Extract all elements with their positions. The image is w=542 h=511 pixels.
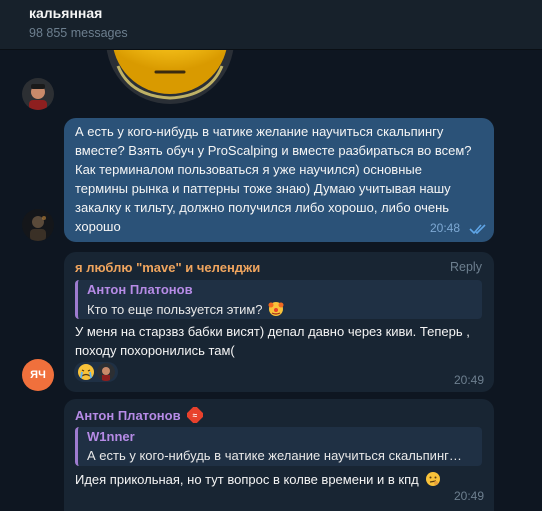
- avatar: [97, 363, 115, 381]
- message-bubble[interactable]: А есть у кого-нибудь в чатике желание на…: [64, 118, 494, 242]
- svg-text:≈: ≈: [193, 411, 198, 420]
- avatar[interactable]: ЯЧ: [22, 359, 54, 391]
- clown-emoji-icon: [268, 301, 284, 320]
- badge-icon: ≈: [186, 406, 204, 426]
- quote-text: Кто то еще пользуется этим?: [87, 301, 467, 320]
- message-count: 98 855 messages: [29, 26, 128, 40]
- message-time: 20:49: [454, 489, 485, 503]
- read-check-icon: [469, 222, 487, 240]
- emoji-sticker[interactable]: [100, 50, 240, 106]
- crying-emoji-icon: [77, 363, 95, 381]
- thinking-emoji-icon: [425, 471, 441, 492]
- reply-quote[interactable]: W1nner А есть у кого-нибудь в чатике жел…: [75, 427, 482, 466]
- sender-name[interactable]: Антон Платонов ≈: [75, 406, 204, 426]
- scrollbar[interactable]: [538, 50, 542, 511]
- message-bubble[interactable]: я люблю "mave" и челенджи Reply Антон Пл…: [64, 252, 494, 392]
- message-time: 20:49: [454, 373, 485, 387]
- quote-sender: W1nner: [87, 429, 135, 444]
- avatar[interactable]: [22, 78, 54, 110]
- reply-quote[interactable]: Антон Платонов Кто то еще пользуется эти…: [75, 280, 482, 319]
- reaction-chip[interactable]: [74, 362, 118, 382]
- message-text: У меня на старзвз бабки висят) депал дав…: [75, 324, 470, 358]
- chat-title[interactable]: кальянная: [29, 5, 102, 21]
- quote-sender: Антон Платонов: [87, 282, 193, 297]
- chat-header[interactable]: кальянная 98 855 messages: [0, 0, 542, 50]
- avatar[interactable]: [22, 209, 54, 241]
- message-time: 20:48: [430, 221, 461, 235]
- reply-button[interactable]: Reply: [450, 260, 482, 274]
- message-text: А есть у кого-нибудь в чатике желание на…: [75, 124, 472, 234]
- sender-name[interactable]: я люблю "mave" и челенджи: [75, 260, 260, 275]
- message-text: Идея прикольная, но тут вопрос в колве в…: [75, 470, 441, 492]
- message-bubble[interactable]: Антон Платонов ≈ W1nner А есть у кого-ни…: [64, 399, 494, 511]
- quote-text: А есть у кого-нибудь в чатике желание на…: [87, 448, 462, 463]
